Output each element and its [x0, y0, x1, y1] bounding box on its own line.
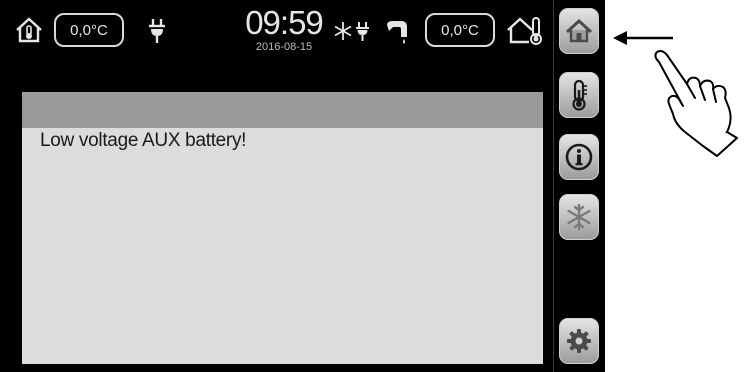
pointing-hand-icon: [654, 50, 738, 157]
snowflake-icon: [567, 203, 591, 231]
alarm-message-text: Low voltage AUX battery!: [40, 130, 247, 151]
info-button[interactable]: [559, 134, 599, 180]
status-bar: 0,0°C 09:59 2016-08-15 0,0°C: [0, 0, 553, 60]
clock-date: 2016-08-15: [255, 41, 313, 53]
house-thermometer-icon: [16, 17, 42, 43]
indoor-temp-value: 0,0°C: [70, 21, 108, 39]
settings-button[interactable]: [559, 318, 599, 364]
alarm-message-panel[interactable]: Low voltage AUX battery!: [22, 92, 543, 364]
outdoor-temp-display: 0,0°C: [425, 13, 495, 47]
thermometer-icon: [572, 79, 587, 111]
alarm-header-bar: [22, 92, 543, 128]
indoor-temp-display: 0,0°C: [54, 13, 124, 47]
sidebar-menu: [553, 0, 605, 372]
arrow-left-icon: [613, 31, 673, 45]
tap-icon: [387, 21, 407, 44]
outdoor-temp-value: 0,0°C: [441, 21, 479, 39]
info-icon: [565, 143, 593, 171]
temperature-button[interactable]: [559, 72, 599, 118]
cooling-button[interactable]: [559, 194, 599, 240]
snowflake-plug-icon: [334, 22, 369, 41]
home-icon: [565, 18, 593, 43]
clock-time: 09:59: [245, 4, 324, 41]
home-button[interactable]: [559, 8, 599, 54]
house-outline-thermometer-icon: [507, 17, 542, 45]
plug-icon: [149, 19, 165, 43]
device-screen: 0,0°C 09:59 2016-08-15 0,0°C Low voltage…: [0, 0, 605, 372]
gear-icon: [567, 329, 591, 353]
